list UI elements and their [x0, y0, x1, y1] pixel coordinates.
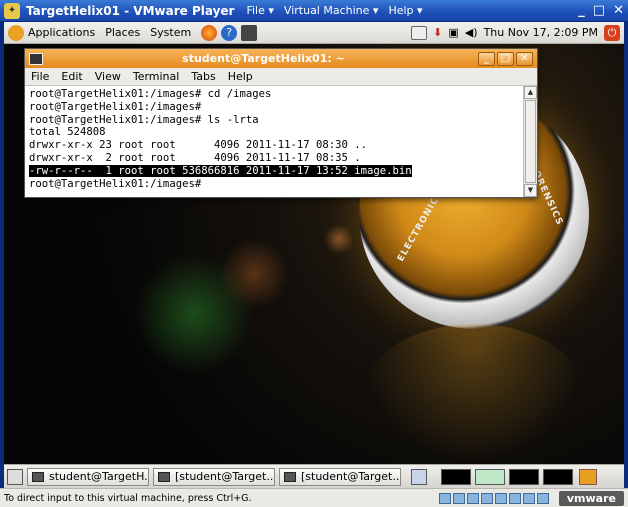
terminal-line: root@TargetHelix01:/images# — [29, 100, 202, 113]
menu-help[interactable]: Help ▾ — [388, 4, 422, 17]
terminal-close-button[interactable]: ✕ — [516, 51, 533, 66]
terminal-menu-edit[interactable]: Edit — [61, 70, 82, 83]
terminal-task-icon — [284, 471, 296, 482]
status-text: To direct input to this virtual machine,… — [4, 492, 252, 504]
workspace-4[interactable] — [543, 468, 573, 485]
scroll-down-icon[interactable]: ▼ — [524, 184, 537, 197]
lens-flare — [219, 239, 289, 309]
terminal-line: drwxr-xr-x 2 root root 4096 2011-11-17 0… — [29, 151, 361, 164]
taskbar-item[interactable]: [student@Target... — [153, 467, 275, 486]
scroll-thumb[interactable] — [525, 100, 536, 183]
places-menu[interactable]: Places — [105, 26, 140, 39]
clock[interactable]: Thu Nov 17, 2:09 PM — [484, 26, 598, 39]
terminal-icon — [29, 52, 43, 65]
terminal-menu-tabs[interactable]: Tabs — [191, 70, 215, 83]
terminal-line: root@TargetHelix01:/images# cd /images — [29, 88, 272, 100]
applications-menu[interactable]: Applications — [8, 24, 95, 41]
lens-flare — [324, 224, 354, 254]
device-printer-icon[interactable] — [522, 492, 535, 504]
gnome-top-panel: Applications Places System ? ⬇ ▣ ◀) Thu … — [4, 22, 624, 44]
notification-icon[interactable] — [579, 468, 597, 485]
terminal-output[interactable]: root@TargetHelix01:/images# cd /images ro… — [25, 86, 523, 197]
terminal-minimize-button[interactable]: _ — [478, 51, 495, 66]
terminal-menu-file[interactable]: File — [31, 70, 49, 83]
gnome-bottom-panel: student@TargetH... [student@Target... [s… — [4, 464, 624, 488]
terminal-line: drwxr-xr-x 23 root root 4096 2011-11-17 … — [29, 139, 368, 152]
terminal-prompt: root@TargetHelix01:/images# — [29, 177, 202, 190]
device-network-icon[interactable] — [480, 492, 493, 504]
workspace-2[interactable] — [475, 468, 505, 485]
minimize-icon[interactable]: _ — [578, 3, 585, 18]
terminal-launcher-icon[interactable] — [241, 24, 258, 41]
system-menu[interactable]: System — [150, 26, 191, 39]
vmware-logo-icon: ✦ — [4, 2, 20, 19]
device-cd-icon[interactable] — [452, 492, 465, 504]
device-sound-icon[interactable] — [508, 492, 521, 504]
firefox-icon[interactable] — [201, 24, 218, 41]
taskbar-item[interactable]: student@TargetH... — [27, 467, 149, 486]
terminal-menu-help[interactable]: Help — [228, 70, 253, 83]
window-title: TargetHelix01 - VMware Player — [26, 3, 235, 18]
trash-icon[interactable] — [411, 468, 427, 485]
volume-icon[interactable]: ◀) — [465, 26, 478, 39]
terminal-window[interactable]: student@TargetHelix01: ~ _ □ ✕ File Edit… — [24, 48, 538, 198]
terminal-menu-terminal[interactable]: Terminal — [133, 70, 180, 83]
maximize-icon[interactable]: □ — [593, 3, 605, 18]
power-icon[interactable]: ⏻ — [604, 24, 620, 41]
logo-reflection — [364, 324, 584, 464]
terminal-titlebar[interactable]: student@TargetHelix01: ~ _ □ ✕ — [25, 49, 537, 68]
vmware-brand: vmware — [558, 490, 624, 506]
help-icon[interactable]: ? — [221, 24, 238, 41]
terminal-menubar: File Edit View Terminal Tabs Help — [25, 68, 537, 86]
scroll-up-icon[interactable]: ▲ — [524, 86, 537, 99]
show-desktop-icon[interactable] — [7, 468, 23, 485]
menu-file[interactable]: File ▾ — [246, 4, 273, 17]
device-floppy-icon[interactable] — [466, 492, 479, 504]
device-hdd-icon[interactable] — [438, 492, 451, 504]
terminal-scrollbar[interactable]: ▲ ▼ — [523, 86, 537, 197]
device-usb-icon[interactable] — [494, 492, 507, 504]
terminal-line-selected: -rw-r--r-- 1 root root 536866816 2011-11… — [29, 164, 412, 177]
clipboard-icon[interactable] — [411, 25, 428, 40]
terminal-task-icon — [158, 471, 170, 482]
terminal-title: student@TargetHelix01: ~ — [182, 52, 345, 65]
device-display-icon[interactable] — [536, 492, 549, 504]
vmware-status-bar: To direct input to this virtual machine,… — [0, 488, 628, 507]
workspace-3[interactable] — [509, 468, 539, 485]
close-icon[interactable]: ✕ — [613, 3, 624, 18]
network-icon[interactable]: ▣ — [448, 26, 458, 39]
workspace-1[interactable] — [441, 468, 471, 485]
taskbar-item[interactable]: [student@Target... — [279, 467, 401, 486]
terminal-line: root@TargetHelix01:/images# ls -lrta — [29, 113, 259, 126]
update-notifier-icon[interactable]: ⬇ — [433, 26, 442, 39]
terminal-menu-view[interactable]: View — [95, 70, 121, 83]
terminal-task-icon — [32, 471, 44, 482]
vmware-titlebar: ✦ TargetHelix01 - VMware Player File ▾ V… — [0, 0, 628, 22]
gnome-foot-icon — [8, 24, 24, 41]
terminal-line: total 524808 — [29, 126, 106, 139]
menu-virtual-machine[interactable]: Virtual Machine ▾ — [284, 4, 379, 17]
terminal-maximize-button[interactable]: □ — [497, 51, 514, 66]
